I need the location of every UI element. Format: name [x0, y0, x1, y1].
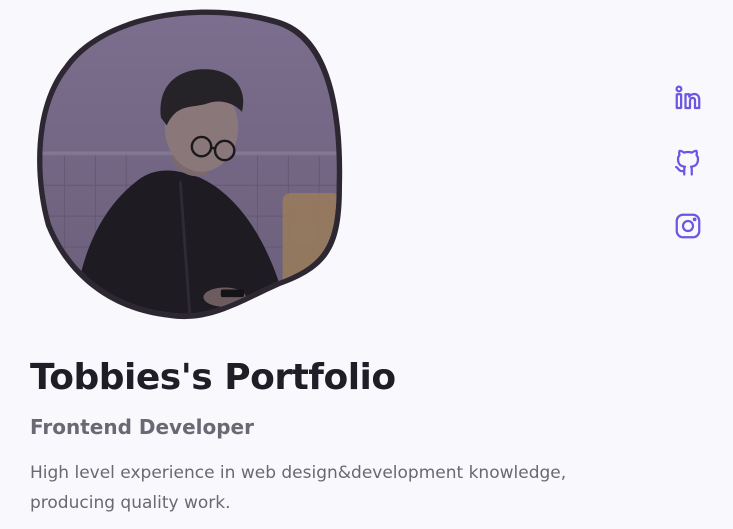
- social-links: [670, 80, 706, 272]
- profile-avatar: [30, 6, 346, 322]
- page-title: Tobbies's Portfolio: [30, 357, 396, 398]
- profile-description: High level experience in web design&deve…: [30, 463, 567, 513]
- linkedin-icon: [675, 85, 701, 110]
- job-title: Frontend Developer: [30, 415, 254, 439]
- profile-photo: [37, 9, 343, 320]
- instagram-icon: [675, 213, 701, 239]
- linkedin-link[interactable]: [670, 80, 706, 116]
- github-icon: [675, 149, 700, 176]
- instagram-link[interactable]: [670, 208, 706, 244]
- github-link[interactable]: [670, 144, 706, 180]
